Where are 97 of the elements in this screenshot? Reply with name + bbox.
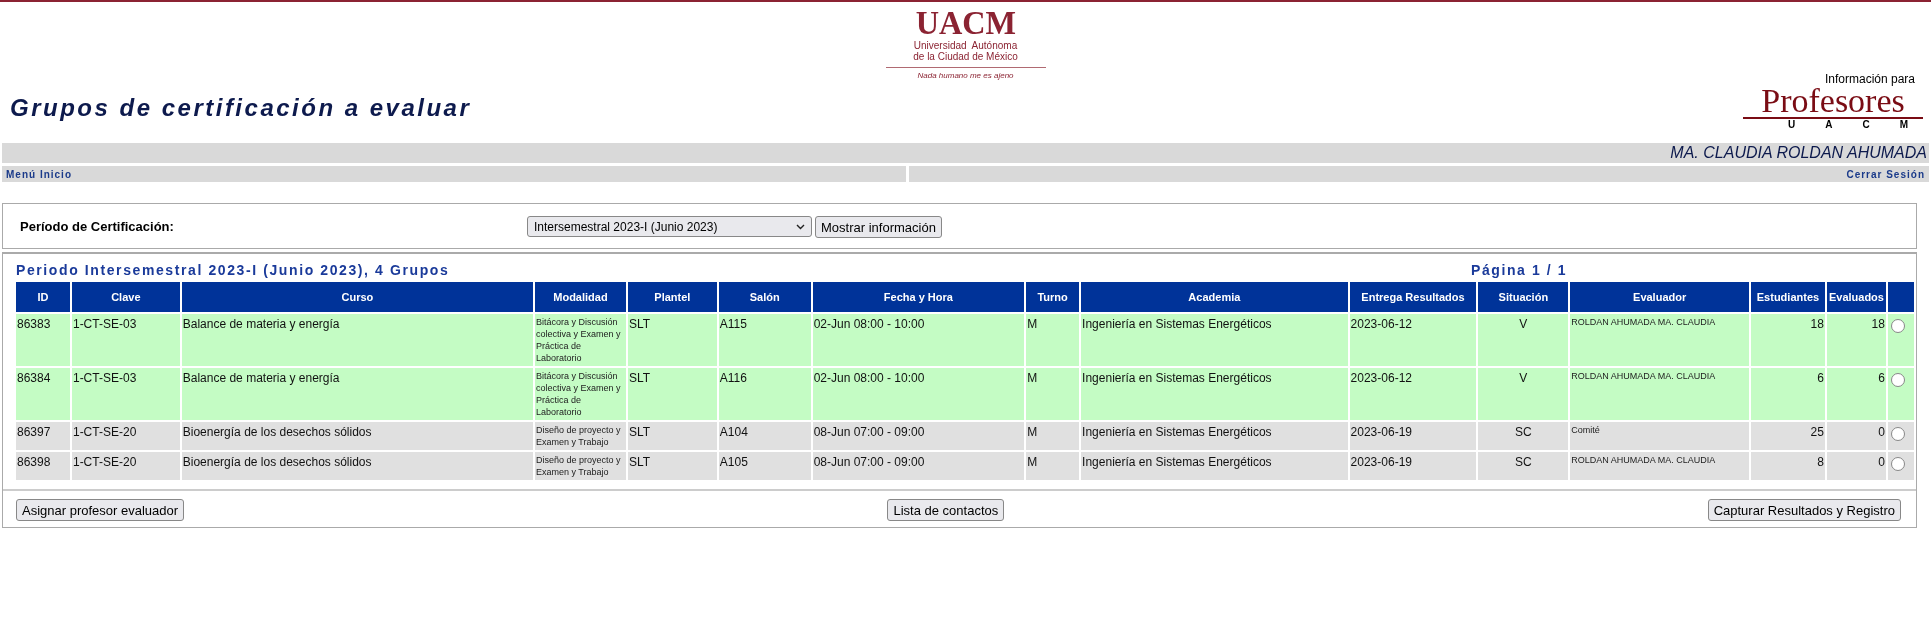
table-cell: ROLDAN AHUMADA MA. CLAUDIA — [1570, 314, 1749, 368]
column-header: Turno — [1026, 282, 1080, 314]
column-header: Curso — [181, 282, 533, 314]
row-radio-button[interactable] — [1890, 319, 1905, 333]
table-cell: 86397 — [16, 422, 70, 452]
table-cell: 0 — [1826, 422, 1886, 452]
table-cell: 1-CT-SE-03 — [71, 314, 180, 368]
table-cell: V — [1478, 368, 1569, 422]
row-radio-button[interactable] — [1890, 457, 1905, 471]
table-cell: Balance de materia y energía — [181, 368, 533, 422]
show-info-button[interactable]: Mostrar información — [815, 216, 942, 238]
table-cell: 2023-06-19 — [1349, 452, 1477, 482]
chevron-down-icon — [796, 223, 805, 230]
page-title: Grupos de certificación a evaluar — [10, 94, 472, 122]
action-button[interactable]: Lista de contactos — [887, 499, 1005, 521]
table-cell: 8 — [1751, 452, 1825, 482]
table-cell: 86384 — [16, 368, 70, 422]
table-cell: Ingeniería en Sistemas Energéticos — [1081, 368, 1348, 422]
table-cell: SLT — [627, 422, 717, 452]
user-name: MA. CLAUDIA ROLDAN AHUMADA — [1670, 144, 1927, 162]
period-select[interactable]: Intersemestral 2023-I (Junio 2023) — [527, 216, 812, 237]
column-header: Salón — [718, 282, 811, 314]
table-cell: 2023-06-19 — [1349, 422, 1477, 452]
home-menu-link[interactable]: Menú Inicio — [6, 168, 72, 180]
portal-logo-name: Profesores — [1743, 86, 1923, 119]
table-cell: Ingeniería en Sistemas Energéticos — [1081, 452, 1348, 482]
table-cell: Bioenergía de los desechos sólidos — [181, 422, 533, 452]
column-header: Entrega Resultados — [1349, 282, 1477, 314]
table-cell: 08-Jun 07:00 - 09:00 — [812, 452, 1025, 482]
table-cell: M — [1026, 422, 1080, 452]
column-header: Estudiantes — [1751, 282, 1825, 314]
column-header: Fecha y Hora — [812, 282, 1025, 314]
table-cell: SLT — [627, 452, 717, 482]
table-cell: 25 — [1751, 422, 1825, 452]
portal-logo-caption: Información para — [1824, 73, 1916, 86]
table-cell: A115 — [718, 314, 811, 368]
page-indicator: Página 1 / 1 — [1471, 262, 1568, 280]
table-cell: 08-Jun 07:00 - 09:00 — [812, 422, 1025, 452]
table-cell: SLT — [627, 314, 717, 368]
table-cell: M — [1026, 452, 1080, 482]
table-cell: ROLDAN AHUMADA MA. CLAUDIA — [1570, 368, 1749, 422]
results-heading: Periodo Intersemestral 2023-I (Junio 2023), 4 Grupos — [16, 262, 451, 280]
table-cell: Bitácora y Discusión colectiva y Examen y Práctica de Laboratorio — [535, 314, 626, 368]
university-name-line: de la Ciudad de México — [913, 51, 1018, 62]
university-motto: Nada humano me es ajeno — [917, 71, 1014, 80]
period-label: Período de Certificación: — [20, 218, 175, 234]
table-cell: A105 — [718, 452, 811, 482]
column-header: Situación — [1478, 282, 1569, 314]
column-header: Clave — [71, 282, 180, 314]
table-cell: SLT — [627, 368, 717, 422]
portal-logo-letter: U — [1788, 119, 1796, 130]
table-cell: SC — [1478, 452, 1569, 482]
portal-logo-letter: C — [1862, 119, 1870, 130]
column-header: Academia — [1081, 282, 1348, 314]
table-cell: Bitácora y Discusión colectiva y Examen y Práctica de Laboratorio — [535, 368, 626, 422]
table-cell: 6 — [1751, 368, 1825, 422]
university-logo-name: UACM — [915, 6, 1016, 40]
table-cell: A116 — [718, 368, 811, 422]
logout-link[interactable]: Cerrar Sesión — [1846, 168, 1925, 180]
table-cell: V — [1478, 314, 1569, 368]
table-cell: 02-Jun 08:00 - 10:00 — [812, 314, 1025, 368]
action-button[interactable]: Asignar profesor evaluador — [16, 499, 185, 521]
table-cell: Diseño de proyecto y Examen y Trabajo — [535, 422, 626, 452]
table-cell: 18 — [1826, 314, 1886, 368]
table-cell: Diseño de proyecto y Examen y Trabajo — [535, 452, 626, 482]
table-cell: Ingeniería en Sistemas Energéticos — [1081, 314, 1348, 368]
table-cell: 18 — [1751, 314, 1825, 368]
column-header: Evaluados — [1826, 282, 1886, 314]
table-cell: 02-Jun 08:00 - 10:00 — [812, 368, 1025, 422]
column-header: ID — [16, 282, 70, 314]
table-cell: 2023-06-12 — [1349, 314, 1477, 368]
table-cell: Ingeniería en Sistemas Energéticos — [1081, 422, 1348, 452]
table-cell: 1-CT-SE-20 — [71, 452, 180, 482]
column-header: Modalidad — [535, 282, 626, 314]
table-cell: M — [1026, 314, 1080, 368]
action-button[interactable]: Capturar Resultados y Registro — [1707, 499, 1901, 521]
column-header: Evaluador — [1570, 282, 1749, 314]
table-cell: Balance de materia y energía — [181, 314, 533, 368]
row-radio-button[interactable] — [1890, 427, 1905, 441]
table-cell: Bioenergía de los desechos sólidos — [181, 452, 533, 482]
table-cell: 86398 — [16, 452, 70, 482]
portal-logo-letter: A — [1825, 119, 1833, 130]
column-header: Plantel — [627, 282, 717, 314]
table-cell: 86383 — [16, 314, 70, 368]
row-radio-button[interactable] — [1890, 373, 1905, 387]
table-cell: 2023-06-12 — [1349, 368, 1477, 422]
table-cell: SC — [1478, 422, 1569, 452]
table-cell: ROLDAN AHUMADA MA. CLAUDIA — [1570, 452, 1749, 482]
portal-logo-letter: M — [1899, 119, 1908, 130]
university-name-line: Universidad Autónoma — [913, 40, 1018, 51]
table-cell: 0 — [1826, 452, 1886, 482]
table-cell: M — [1026, 368, 1080, 422]
table-cell: A104 — [718, 422, 811, 452]
table-cell: 1-CT-SE-03 — [71, 368, 180, 422]
table-cell: 1-CT-SE-20 — [71, 422, 180, 452]
table-cell: 6 — [1826, 368, 1886, 422]
table-cell: Comité — [1570, 422, 1749, 452]
